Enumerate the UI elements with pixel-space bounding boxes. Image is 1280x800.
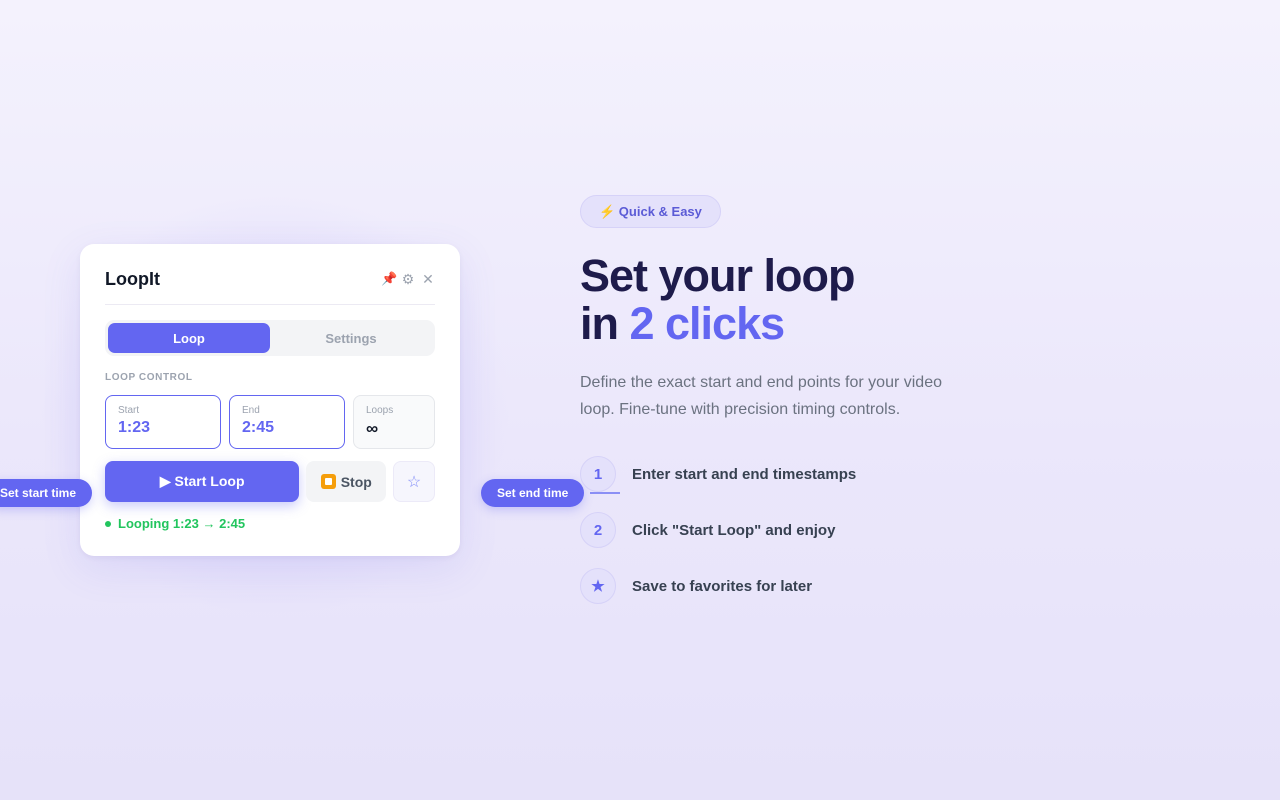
loops-label: Loops xyxy=(366,405,394,416)
callout-start-time: Set start time xyxy=(0,479,93,507)
headline-prefix: in xyxy=(580,298,630,349)
step-text: Click "Start Loop" and enjoy xyxy=(632,521,836,539)
headline-line-1: Set your loop xyxy=(580,250,856,301)
end-time-label: End xyxy=(242,405,260,416)
tab-loop[interactable]: Loop xyxy=(108,323,270,353)
step-item: 1 Enter start and end timestamps xyxy=(580,455,856,493)
headline-line-2: in 2 clicks xyxy=(580,300,1080,348)
star-step-icon: ★ xyxy=(580,568,616,604)
gear-icon[interactable]: ⚙ xyxy=(401,271,415,288)
loop-fields: Start 1:23 End 2:45 Loops ∞ xyxy=(105,395,435,449)
feature-badge: ⚡ Quick & Easy xyxy=(580,195,721,228)
favorite-button[interactable]: ☆ xyxy=(393,461,435,502)
close-icon[interactable]: ✕ xyxy=(421,271,435,288)
stop-button-label: Stop xyxy=(340,473,372,490)
loops-value: ∞ xyxy=(366,419,379,438)
section-label: LOOP CONTROL xyxy=(105,372,193,383)
pin-icon[interactable]: 📌 xyxy=(381,271,397,287)
start-time-value: 1:23 xyxy=(118,419,151,436)
start-time-label: Start xyxy=(118,405,140,416)
stop-icon xyxy=(320,474,336,489)
step-item: 2 Click "Start Loop" and enjoy xyxy=(580,511,856,549)
end-time-value: 2:45 xyxy=(242,419,275,436)
action-buttons: ▶ Start Loop Stop ☆ xyxy=(105,461,435,502)
headline-accent: 2 clicks xyxy=(629,298,786,349)
status-text: Looping 1:23 → 2:45 xyxy=(118,516,246,531)
tab-bar: Loop Settings xyxy=(105,320,435,356)
star-icon: ☆ xyxy=(406,473,422,491)
loopit-popup: LoopIt 📌 ⚙ ✕ Loop Settings LOOP CONTROL … xyxy=(80,244,460,556)
start-time-field[interactable]: Start 1:23 xyxy=(105,395,221,449)
app-title: LoopIt xyxy=(105,268,160,289)
callout-end-time: Set end time xyxy=(481,479,585,507)
end-time-field[interactable]: End 2:45 xyxy=(229,395,345,449)
popup-header: LoopIt 📌 ⚙ ✕ xyxy=(105,244,435,305)
status-dot-icon xyxy=(105,520,111,527)
tab-settings[interactable]: Settings xyxy=(270,323,432,353)
hero-headline: Set your loop in 2 clicks xyxy=(580,252,1080,348)
step-text: Enter start and end timestamps xyxy=(632,465,857,483)
stop-button[interactable]: Stop xyxy=(306,461,387,502)
hero-description: Define the exact start and end points fo… xyxy=(580,374,942,418)
loops-field[interactable]: Loops ∞ xyxy=(353,395,435,449)
step-number-1: 1 xyxy=(580,456,616,492)
steps-list: 1 Enter start and end timestamps 2 Click… xyxy=(580,455,856,623)
start-loop-button[interactable]: ▶ Start Loop xyxy=(105,461,300,502)
header-icons: 📌 ⚙ ✕ xyxy=(381,271,435,288)
step-item: ★ Save to favorites for later xyxy=(580,567,856,605)
step-text: Save to favorites for later xyxy=(632,577,813,595)
loop-status: Looping 1:23 → 2:45 xyxy=(105,516,435,531)
step-number-2: 2 xyxy=(580,512,616,548)
